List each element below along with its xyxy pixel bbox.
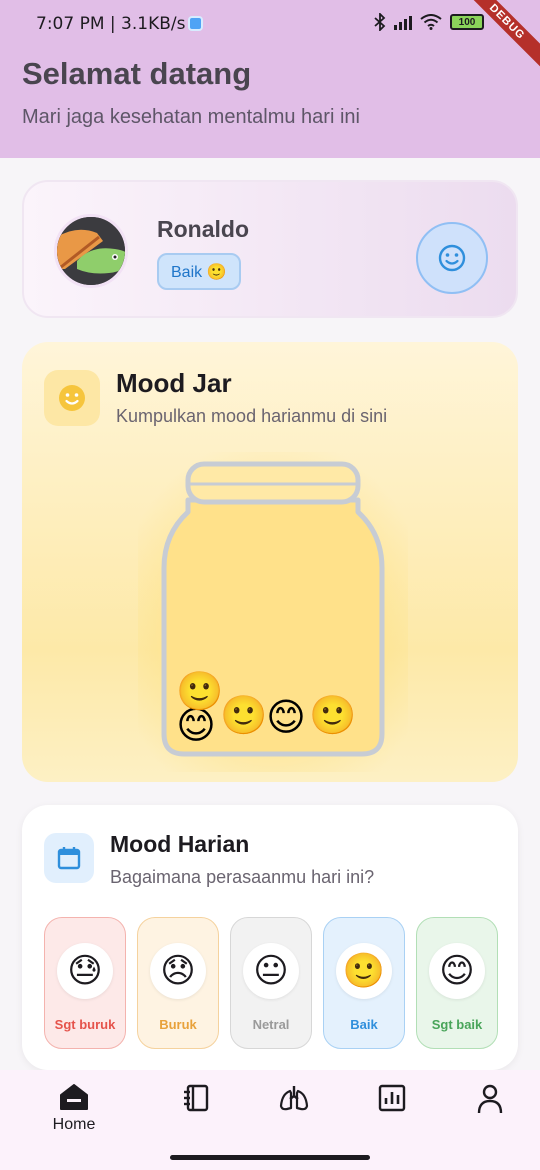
mood-option-label: Sgt baik [431, 1017, 483, 1032]
calendar-icon [57, 847, 81, 870]
nav-stats[interactable] [362, 1084, 422, 1112]
mood-option-label: Buruk [159, 1017, 197, 1032]
daily-mood-card: Mood Harian Bagaimana perasaanmu hari in… [22, 805, 518, 1070]
profile-card[interactable]: Ronaldo Baik 🙂 [22, 180, 518, 318]
mood-option-label: Netral [252, 1017, 290, 1032]
user-name: Ronaldo [157, 216, 249, 242]
mood-option-buruk[interactable]: 😞 Buruk [137, 917, 219, 1049]
profile-icon [477, 1084, 503, 1114]
app-header: 7:07 PM | 3.1KB/s 100 DEBUG Selamat data… [0, 0, 540, 158]
mood-button[interactable] [416, 222, 488, 294]
nav-home[interactable]: Home [44, 1084, 104, 1134]
journal-icon [184, 1084, 209, 1112]
smile-icon [438, 244, 466, 272]
daily-mood-title: Mood Harian [110, 831, 250, 857]
status-time: 7:07 PM | 3.1KB/s [36, 14, 204, 34]
mood-option-label: Sgt buruk [54, 1017, 116, 1032]
neutral-face-icon: 😐 [243, 943, 299, 999]
bluetooth-icon [374, 13, 386, 31]
debug-banner: DEBUG [455, 0, 540, 74]
nav-home-label: Home [52, 1116, 96, 1133]
mood-option-label: Baik [350, 1017, 378, 1032]
mood-jar-card: Mood Jar Kumpulkan mood harianmu di sini… [22, 342, 518, 782]
avatar[interactable] [54, 214, 128, 288]
sweat-face-icon: 😓 [57, 943, 113, 999]
jar-emoji: 😊 [266, 697, 306, 739]
mood-jar-illustration[interactable]: 😊 🙂 🙂 😊 🙂 [138, 442, 408, 772]
status-icons: 100 [374, 13, 484, 31]
jar-emoji: 🙂 [220, 694, 267, 737]
mood-option-netral[interactable]: 😐 Netral [230, 917, 312, 1049]
mood-option-baik[interactable]: 🙂 Baik [323, 917, 405, 1049]
mood-options: 😓 Sgt buruk 😞 Buruk 😐 Netral 🙂 Baik 😊 Sg… [44, 917, 498, 1049]
status-bar: 7:07 PM | 3.1KB/s 100 DEBUG [0, 0, 540, 74]
mood-option-sgt-baik[interactable]: 😊 Sgt baik [416, 917, 498, 1049]
nav-journal[interactable] [166, 1084, 226, 1112]
happy-face-icon: 😊 [429, 943, 485, 999]
mood-jar-subtitle: Kumpulkan mood harianmu di sini [116, 406, 388, 426]
stats-icon [378, 1084, 406, 1112]
mood-jar-icon-box [44, 370, 100, 426]
gesture-bar[interactable] [170, 1155, 370, 1160]
home-icon [60, 1084, 88, 1110]
lungs-icon [279, 1086, 309, 1111]
sad-face-icon: 😞 [150, 943, 206, 999]
signal-icon [394, 14, 412, 30]
smile-face-icon: 🙂 [336, 943, 392, 999]
battery-icon: 100 [450, 14, 484, 30]
calendar-icon-box [44, 833, 94, 883]
page-title: Selamat datang [22, 56, 252, 91]
nav-profile[interactable] [460, 1084, 520, 1114]
nav-breathing[interactable] [264, 1084, 324, 1112]
mood-jar-title: Mood Jar [116, 368, 232, 398]
daily-mood-subtitle: Bagaimana perasaanmu hari ini? [110, 867, 375, 887]
current-mood-badge: Baik 🙂 [157, 253, 241, 290]
jar-emoji: 🙂 [176, 670, 223, 713]
avatar-illustration [57, 217, 125, 285]
wifi-icon [420, 14, 442, 30]
notification-icon [188, 16, 204, 31]
mood-option-sgt-buruk[interactable]: 😓 Sgt buruk [44, 917, 126, 1049]
page-subtitle: Mari jaga kesehatan mentalmu hari ini [22, 106, 360, 128]
jar-emoji: 🙂 [309, 694, 356, 737]
smile-icon [59, 385, 85, 411]
